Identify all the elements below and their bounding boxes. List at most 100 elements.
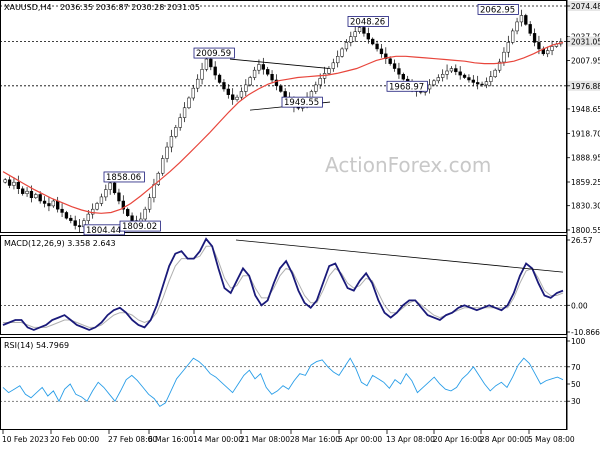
candle-body [489,76,493,82]
candle-body [279,85,283,92]
annotation-label: 1809.02 [122,222,157,232]
time-axis-label: 28 Mar 16:00 [290,435,340,444]
candle-body [235,96,239,100]
candle-body [86,213,90,221]
candle-body [458,71,462,76]
annotation-label: 2009.59 [196,49,231,59]
candle-body [169,136,174,148]
candle-body [161,158,165,174]
candle-body [445,70,449,75]
candle-body [366,33,370,40]
price-axis-label: 2074.48 [571,2,600,11]
annotation-label: 1858.06 [106,173,141,183]
candle-body [217,74,222,83]
candle-body [436,77,440,82]
price-axis-label: 2031.05 [571,38,600,47]
candle-body [362,27,366,34]
chart-figure: XAUUSD,H4 2036.35 2036.87 2030.28 2031.0… [0,0,600,450]
candle-body [73,220,77,226]
candle-body [252,69,257,78]
candle-body [270,74,274,81]
price-axis-label: 1888.95 [571,154,600,163]
candle-body [3,179,7,183]
candle-body [112,182,117,194]
candle-body [29,190,34,198]
candle-body [528,24,532,34]
candle-body [353,31,357,37]
candle-body [349,36,353,43]
macd-header-label: MACD(12,26,9) 3.358 2.643 [4,239,116,248]
candle-body [248,77,252,86]
candle-body [493,69,497,77]
candle-body [165,146,169,159]
price-axis-label: 1800.55 [571,226,600,235]
candle-body [191,87,195,99]
candle-body [104,189,108,198]
time-axis-label: 21 Mar 08:00 [240,435,290,444]
candle-body [266,69,270,75]
time-axis-label: 5 May 08:00 [528,435,575,444]
price-axis-label: 1859.25 [571,178,600,187]
candle-body [130,215,134,221]
candle-body [537,42,541,50]
candle-body [209,58,213,68]
candle-body [51,200,55,207]
candle-body [200,69,204,80]
candle-body [336,56,340,64]
price-axis-label: 1976.88 [571,82,600,91]
candle-body [69,217,73,221]
rsi-axis-label: 30 [571,397,581,406]
macd-axis-label: -10.866 [571,328,600,337]
candle-body [331,62,335,69]
annotation-label: 2048.26 [350,17,385,27]
time-axis-label: 5 Apr 00:00 [338,435,382,444]
candle-body [261,64,265,70]
candle-body [99,196,104,204]
candle-body [379,48,384,55]
price-axis-label: 2007.95 [571,56,600,65]
time-axis-label: 13 Apr 08:00 [386,435,435,444]
candle-body [502,51,506,63]
candle-body [182,107,187,118]
candle-body [231,94,235,100]
annotation-label: 1804.44 [86,226,121,236]
candle-body [239,91,244,98]
candle-body [471,79,475,83]
candle-body [511,30,515,43]
candle-body [244,84,248,92]
watermark: ActionForex.com [325,153,491,177]
candle-body [204,58,209,70]
candle-body [318,78,322,86]
price-axis-label: 1918.70 [571,129,600,138]
candle-body [196,78,200,89]
candle-body [95,203,99,210]
candle-body [344,42,349,50]
candle-body [174,127,178,137]
candle-body [449,68,454,72]
candle-body [524,15,528,25]
chart-canvas: XAUUSD,H4 2036.35 2036.87 2030.28 2031.0… [0,0,600,450]
annotation-label: 1949.55 [284,98,319,108]
candle-body [515,21,519,32]
candle-body [60,208,64,213]
time-axis-label: 10 Feb 2023 [2,435,49,444]
candle-body [432,80,436,86]
rsi-axis-label: 50 [571,380,581,389]
candle-body [56,200,60,210]
candle-body [454,68,458,73]
candle-body [42,200,47,204]
candle-body [401,74,405,80]
candle-body [38,194,42,202]
candle-body [152,184,156,198]
macd-axis-label: 26.57 [571,236,593,245]
macd-axis-label: 0.00 [571,301,588,310]
candle-body [484,81,489,86]
candle-body [25,190,29,194]
candle-body [187,97,191,109]
rsi-axis-label: 100 [571,337,586,346]
candle-body [47,203,51,207]
candle-body [16,181,20,189]
annotation-label: 1968.97 [389,82,424,92]
candle-body [532,33,537,43]
price-ohlc-label: 2036.35 2036.87 2030.28 2031.05 [60,3,200,12]
